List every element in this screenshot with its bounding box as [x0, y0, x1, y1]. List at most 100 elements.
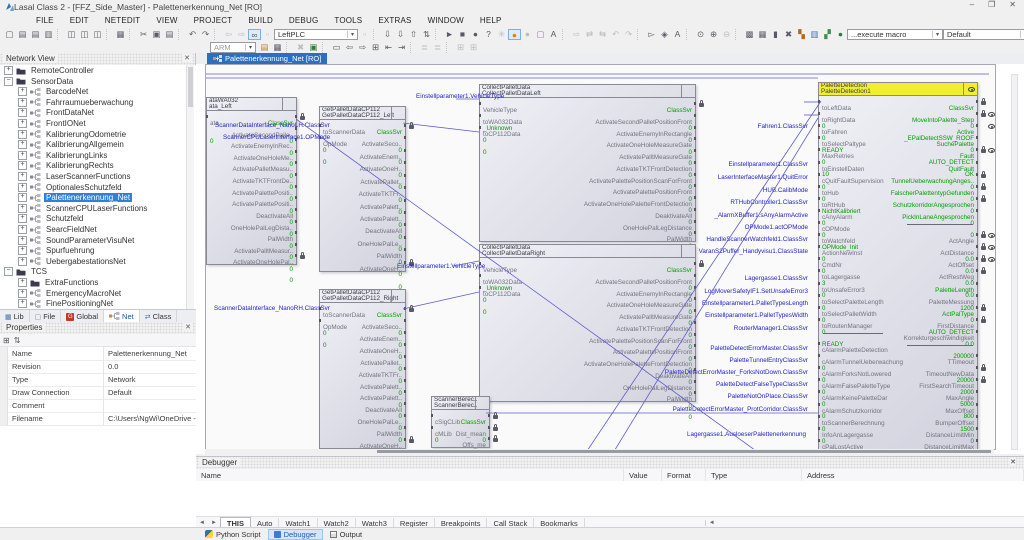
network-canvas[interactable]: ataWA032ata_LeftClassSvr0ActivateSecondP…: [205, 64, 996, 450]
tab-palettenerkennung-net[interactable]: Palettenerkennung_Net [RO]: [207, 53, 327, 64]
property-categorize-button[interactable]: ⊞: [3, 336, 10, 345]
save-icon[interactable]: ▥: [42, 29, 55, 40]
property-row-type[interactable]: TypeNetwork: [0, 373, 196, 387]
property-value[interactable]: Palettenerkennung_Net: [104, 347, 196, 360]
tree-item-soundparametervisunet[interactable]: +SoundParameterVisuNet: [18, 235, 136, 246]
expand-toggle-icon[interactable]: +: [18, 193, 27, 202]
debugger-close-icon[interactable]: ✕: [1010, 458, 1016, 466]
window-cascade-icon[interactable]: ◫: [65, 29, 78, 40]
block-header[interactable]: GetPalletDataCP112GetPalletDataCP112_Rig…: [320, 290, 405, 303]
property-row-filename[interactable]: FilenameC:\Users\NgWi\OneDrive - Melkus: [0, 412, 196, 426]
close-button[interactable]: ✕: [1009, 0, 1016, 9]
tree-item-kalibrierunglinks[interactable]: +KalibrierungLinks: [18, 150, 109, 161]
tree-item-kalibrierungodometrie[interactable]: +KalibrierungOdometrie: [18, 129, 128, 140]
watch-eye-icon[interactable]: [988, 245, 995, 250]
delete-net-icon[interactable]: ✖: [782, 29, 795, 40]
collectpalletdata-left-block[interactable]: CollectPalletDataCollectPalletDataLeftCl…: [479, 84, 696, 242]
expand-toggle-icon[interactable]: +: [18, 257, 27, 266]
insert-block-icon[interactable]: ⊞: [369, 42, 382, 53]
block-list-icon[interactable]: ▦: [756, 29, 769, 40]
tab-scroll-right-icon[interactable]: ►: [208, 520, 220, 526]
zoom-window-icon[interactable]: ⊙: [694, 29, 707, 40]
debugger-column-name[interactable]: Name: [196, 469, 624, 481]
property-row-comment[interactable]: Comment: [0, 399, 196, 413]
tree-item-sensordata[interactable]: −SensorData: [4, 76, 75, 87]
chevron-down-icon[interactable]: ▾: [932, 31, 942, 38]
menu-extras[interactable]: EXTRAS: [370, 16, 419, 25]
property-value[interactable]: C:\Users\NgWi\OneDrive - Melkus: [104, 412, 196, 425]
expand-toggle-icon[interactable]: +: [18, 289, 27, 298]
tree-item-laserscannerfunctions[interactable]: +LaserScannerFunctions: [18, 171, 133, 182]
layer-brown-icon[interactable]: ▚: [795, 29, 808, 40]
expand-toggle-icon[interactable]: +: [18, 130, 27, 139]
menu-project[interactable]: PROJECT: [186, 16, 241, 25]
getpalletdata-right-block[interactable]: GetPalletDataCP112GetPalletDataCP112_Rig…: [319, 289, 406, 449]
port-left-icon[interactable]: ⇦: [343, 42, 356, 53]
property-row-name[interactable]: NamePalettenerkennung_Net: [0, 347, 196, 361]
property-value[interactable]: Network: [104, 373, 196, 386]
tree-item-barcodenet[interactable]: +BarcodeNet: [18, 86, 90, 97]
watch-eye-icon[interactable]: [988, 124, 995, 129]
pan-icon[interactable]: ◈: [658, 29, 671, 40]
tab-scroll-left-icon[interactable]: ◄: [196, 520, 208, 526]
watch-eye-icon[interactable]: [988, 257, 995, 262]
tool-window-tab-output[interactable]: Output: [325, 529, 368, 540]
menu-tools[interactable]: TOOLS: [326, 16, 370, 25]
property-value[interactable]: 0.0: [104, 360, 196, 373]
auto-label-icon[interactable]: A: [547, 29, 560, 40]
expand-toggle-icon[interactable]: +: [18, 225, 27, 234]
stop-icon[interactable]: ■: [456, 29, 469, 40]
getpalletdata-left-block[interactable]: GetPalletDataCP112GetPalletDataCP112_Lef…: [319, 106, 406, 272]
new-file-icon[interactable]: ▢: [3, 29, 16, 40]
property-value[interactable]: [104, 399, 196, 412]
block-header[interactable]: CollectPalletDataCollectPalletDataRight: [480, 245, 695, 258]
build-all-icon[interactable]: ▦: [271, 42, 284, 53]
tree-item-extrafunctions[interactable]: +ExtraFunctions: [18, 277, 100, 288]
tree-item-uebergabestationsnet[interactable]: +UebergabestationsNet: [18, 256, 128, 267]
chevron-down-icon[interactable]: ▾: [1020, 31, 1024, 38]
expand-toggle-icon[interactable]: +: [18, 236, 27, 245]
window-grid-icon[interactable]: ◫: [91, 29, 104, 40]
record-icon[interactable]: ●: [508, 29, 521, 40]
menu-build[interactable]: BUILD: [240, 16, 281, 25]
expand-toggle-icon[interactable]: +: [18, 299, 27, 308]
expand-toggle-icon[interactable]: +: [18, 108, 27, 117]
open-project-icon[interactable]: ▤: [29, 29, 42, 40]
debugger-column-address[interactable]: Address: [802, 469, 1024, 481]
expand-toggle-icon[interactable]: +: [18, 140, 27, 149]
debugger-column-type[interactable]: Type: [706, 469, 802, 481]
target-chip-icon[interactable]: ▣: [307, 42, 320, 53]
tree-item-kalibrierungrechts[interactable]: +KalibrierungRechts: [18, 160, 116, 171]
debugger-column-format[interactable]: Format: [662, 469, 706, 481]
menu-help[interactable]: HELP: [472, 16, 510, 25]
tree-item-spurfuehrung[interactable]: +Spurfuehrung: [18, 245, 96, 256]
chevron-down-icon[interactable]: ▾: [245, 44, 255, 51]
block-header[interactable]: ataWA032ata_Left: [207, 98, 296, 111]
expand-toggle-icon[interactable]: +: [18, 246, 27, 255]
tree-item-frontionet[interactable]: +FrontIONet: [18, 118, 88, 129]
redo-icon[interactable]: ↷: [199, 29, 212, 40]
download-icon[interactable]: ⇩: [381, 29, 394, 40]
copy-icon[interactable]: ▣: [150, 29, 163, 40]
plc-combo[interactable]: LeftPLC▾: [274, 29, 358, 40]
tool-window-tab-python-script[interactable]: Python Script: [200, 529, 266, 540]
expand-toggle-icon[interactable]: −: [4, 77, 13, 86]
tree-item-tcs[interactable]: −TCS: [4, 266, 49, 277]
print-icon[interactable]: ▦: [114, 29, 127, 40]
watch-eye-icon[interactable]: [988, 233, 995, 238]
menu-view[interactable]: VIEW: [148, 16, 185, 25]
canvas-vertical-scrollbar[interactable]: [1011, 74, 1018, 450]
menu-debug[interactable]: DEBUG: [281, 16, 326, 25]
world-icon[interactable]: ●: [834, 29, 847, 40]
expand-toggle-icon[interactable]: +: [18, 183, 27, 192]
menu-edit[interactable]: EDIT: [62, 16, 97, 25]
connect-ports-icon[interactable]: ⇤: [382, 42, 395, 53]
undo-icon[interactable]: ↶: [186, 29, 199, 40]
block-header[interactable]: ScannerBerec..ScannerBerec..: [432, 397, 489, 410]
tree-item-finepositioningnet[interactable]: +FinePositioningNet: [18, 298, 115, 309]
run-icon[interactable]: ►: [443, 29, 456, 40]
pause-icon[interactable]: ●: [469, 29, 482, 40]
tree-item-palettenerkennung_net[interactable]: +Palettenerkennung_Net: [18, 192, 132, 203]
block-header[interactable]: PaletteDetectionPaletteDetection1: [819, 83, 977, 96]
tree-item-remotecontroller[interactable]: +RemoteController: [4, 65, 96, 76]
